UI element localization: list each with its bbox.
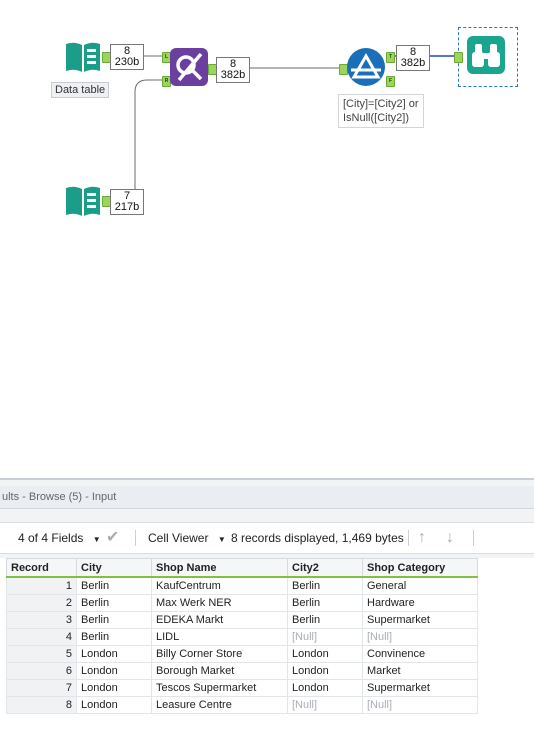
record-cell[interactable]: 5: [6, 645, 77, 663]
city2-cell[interactable]: Berlin: [287, 576, 363, 595]
shop-name-cell[interactable]: KaufCentrum: [151, 576, 288, 595]
workflow-canvas[interactable]: 8 230b Data table 7 217b L R 8 382b T F …: [0, 0, 534, 478]
city2-cell[interactable]: London: [287, 645, 363, 663]
table-row[interactable]: 2 Berlin Max Werk NER Berlin Hardware: [6, 594, 478, 612]
join-tool[interactable]: [170, 48, 208, 86]
table-row[interactable]: 1 Berlin KaufCentrum Berlin General: [6, 576, 478, 595]
city2-cell[interactable]: [Null]: [287, 696, 363, 714]
city2-cell[interactable]: London: [287, 679, 363, 697]
city2-cell[interactable]: Berlin: [287, 594, 363, 612]
results-toolbar: 4 of 4 Fields ▼ ✔ Cell Viewer ▼ 8 record…: [0, 522, 534, 554]
shop-name-cell[interactable]: Tescos Supermarket: [151, 679, 288, 697]
city-cell[interactable]: Berlin: [76, 628, 152, 646]
record-cell[interactable]: 4: [6, 628, 77, 646]
cell-viewer-selector[interactable]: Cell Viewer ▼: [148, 523, 226, 553]
filter-tool[interactable]: [347, 48, 385, 86]
annotation-line: IsNull([City2]): [343, 112, 410, 124]
toolbar-divider: [473, 530, 474, 546]
fields-selector[interactable]: 4 of 4 Fields ▼: [18, 523, 101, 553]
record-count-badge: 8 382b: [396, 45, 430, 71]
record-cell[interactable]: 3: [6, 611, 77, 629]
record-cell[interactable]: 8: [6, 696, 77, 714]
table-row[interactable]: 6 London Borough Market London Market: [6, 662, 478, 680]
data-table: Record City Shop Name City2 Shop Categor…: [6, 558, 478, 714]
arrow-up-icon[interactable]: ↑: [418, 523, 426, 553]
table-row[interactable]: 5 London Billy Corner Store London Convi…: [6, 645, 478, 663]
toolbar-divider: [135, 530, 136, 546]
toolbar-divider: [408, 530, 409, 546]
city-cell[interactable]: Berlin: [76, 611, 152, 629]
column-header[interactable]: City2: [287, 558, 363, 578]
records-info: 8 records displayed, 1,469 bytes: [231, 531, 404, 545]
browse-tool[interactable]: [467, 36, 505, 74]
book-icon: [66, 186, 100, 216]
book-icon: [66, 42, 100, 72]
city-cell[interactable]: London: [76, 645, 152, 663]
results-grid[interactable]: Record City Shop Name City2 Shop Categor…: [0, 558, 534, 736]
city2-cell[interactable]: [Null]: [287, 628, 363, 646]
shop-category-cell[interactable]: [Null]: [362, 696, 478, 714]
column-header[interactable]: Shop Category: [362, 558, 478, 578]
dropdown-caret-icon: ▼: [92, 535, 101, 544]
input-data-tool-2[interactable]: [64, 182, 102, 220]
results-panel-title: ults - Browse (5) - Input: [0, 486, 534, 509]
record-count-badge: 7 217b: [110, 189, 144, 215]
results-panel: ults - Browse (5) - Input 4 of 4 Fields …: [0, 478, 534, 736]
join-icon: [176, 52, 203, 82]
checkmark-icon[interactable]: ✔: [106, 523, 119, 553]
record-cell[interactable]: 1: [6, 576, 77, 595]
input-anchor[interactable]: [454, 52, 463, 63]
city2-cell[interactable]: Berlin: [287, 611, 363, 629]
filter-icon: [351, 52, 381, 79]
input-data-tool-1[interactable]: [64, 38, 102, 76]
binoculars-icon: [472, 44, 500, 67]
header-row: Record City Shop Name City2 Shop Categor…: [6, 558, 478, 578]
shop-category-cell[interactable]: [Null]: [362, 628, 478, 646]
fields-label: 4 of 4 Fields: [18, 531, 84, 545]
shop-category-cell[interactable]: Supermarket: [362, 611, 478, 629]
arrow-down-icon[interactable]: ↓: [446, 523, 454, 553]
shop-name-cell[interactable]: Borough Market: [151, 662, 288, 680]
tool-annotation: Data table: [51, 82, 110, 98]
table-row[interactable]: 8 London Leasure Centre [Null] [Null]: [6, 696, 478, 714]
record-count-badge: 8 382b: [216, 57, 250, 83]
shop-name-cell[interactable]: EDEKA Markt: [151, 611, 288, 629]
filter-expression-annotation: [City]=[City2] or IsNull([City2]): [338, 94, 424, 128]
shop-category-cell[interactable]: Market: [362, 662, 478, 680]
column-header[interactable]: Record: [6, 558, 77, 578]
city-cell[interactable]: Berlin: [76, 594, 152, 612]
city-cell[interactable]: London: [76, 662, 152, 680]
dropdown-caret-icon: ▼: [217, 535, 226, 544]
annotation-line: [City]=[City2] or: [343, 98, 419, 110]
filter-false-anchor[interactable]: F: [386, 76, 395, 87]
shop-name-cell[interactable]: Max Werk NER: [151, 594, 288, 612]
shop-name-cell[interactable]: Leasure Centre: [151, 696, 288, 714]
table-row[interactable]: 7 London Tescos Supermarket London Super…: [6, 679, 478, 697]
shop-category-cell[interactable]: Supermarket: [362, 679, 478, 697]
city2-cell[interactable]: London: [287, 662, 363, 680]
shop-category-cell[interactable]: Hardware: [362, 594, 478, 612]
record-cell[interactable]: 2: [6, 594, 77, 612]
record-count-badge: 8 230b: [110, 44, 144, 70]
city-cell[interactable]: London: [76, 696, 152, 714]
column-header[interactable]: Shop Name: [151, 558, 288, 578]
table-row[interactable]: 3 Berlin EDEKA Markt Berlin Supermarket: [6, 611, 478, 629]
shop-category-cell[interactable]: Convinence: [362, 645, 478, 663]
record-cell[interactable]: 7: [6, 679, 77, 697]
wire-input2-join: [107, 79, 164, 201]
shop-name-cell[interactable]: LIDL: [151, 628, 288, 646]
column-header[interactable]: City: [76, 558, 152, 578]
city-cell[interactable]: London: [76, 679, 152, 697]
city-cell[interactable]: Berlin: [76, 576, 152, 595]
record-cell[interactable]: 6: [6, 662, 77, 680]
cell-viewer-label: Cell Viewer: [148, 531, 209, 545]
filter-true-anchor[interactable]: T: [386, 52, 395, 63]
shop-category-cell[interactable]: General: [362, 576, 478, 595]
shop-name-cell[interactable]: Billy Corner Store: [151, 645, 288, 663]
table-row[interactable]: 4 Berlin LIDL [Null] [Null]: [6, 628, 478, 646]
